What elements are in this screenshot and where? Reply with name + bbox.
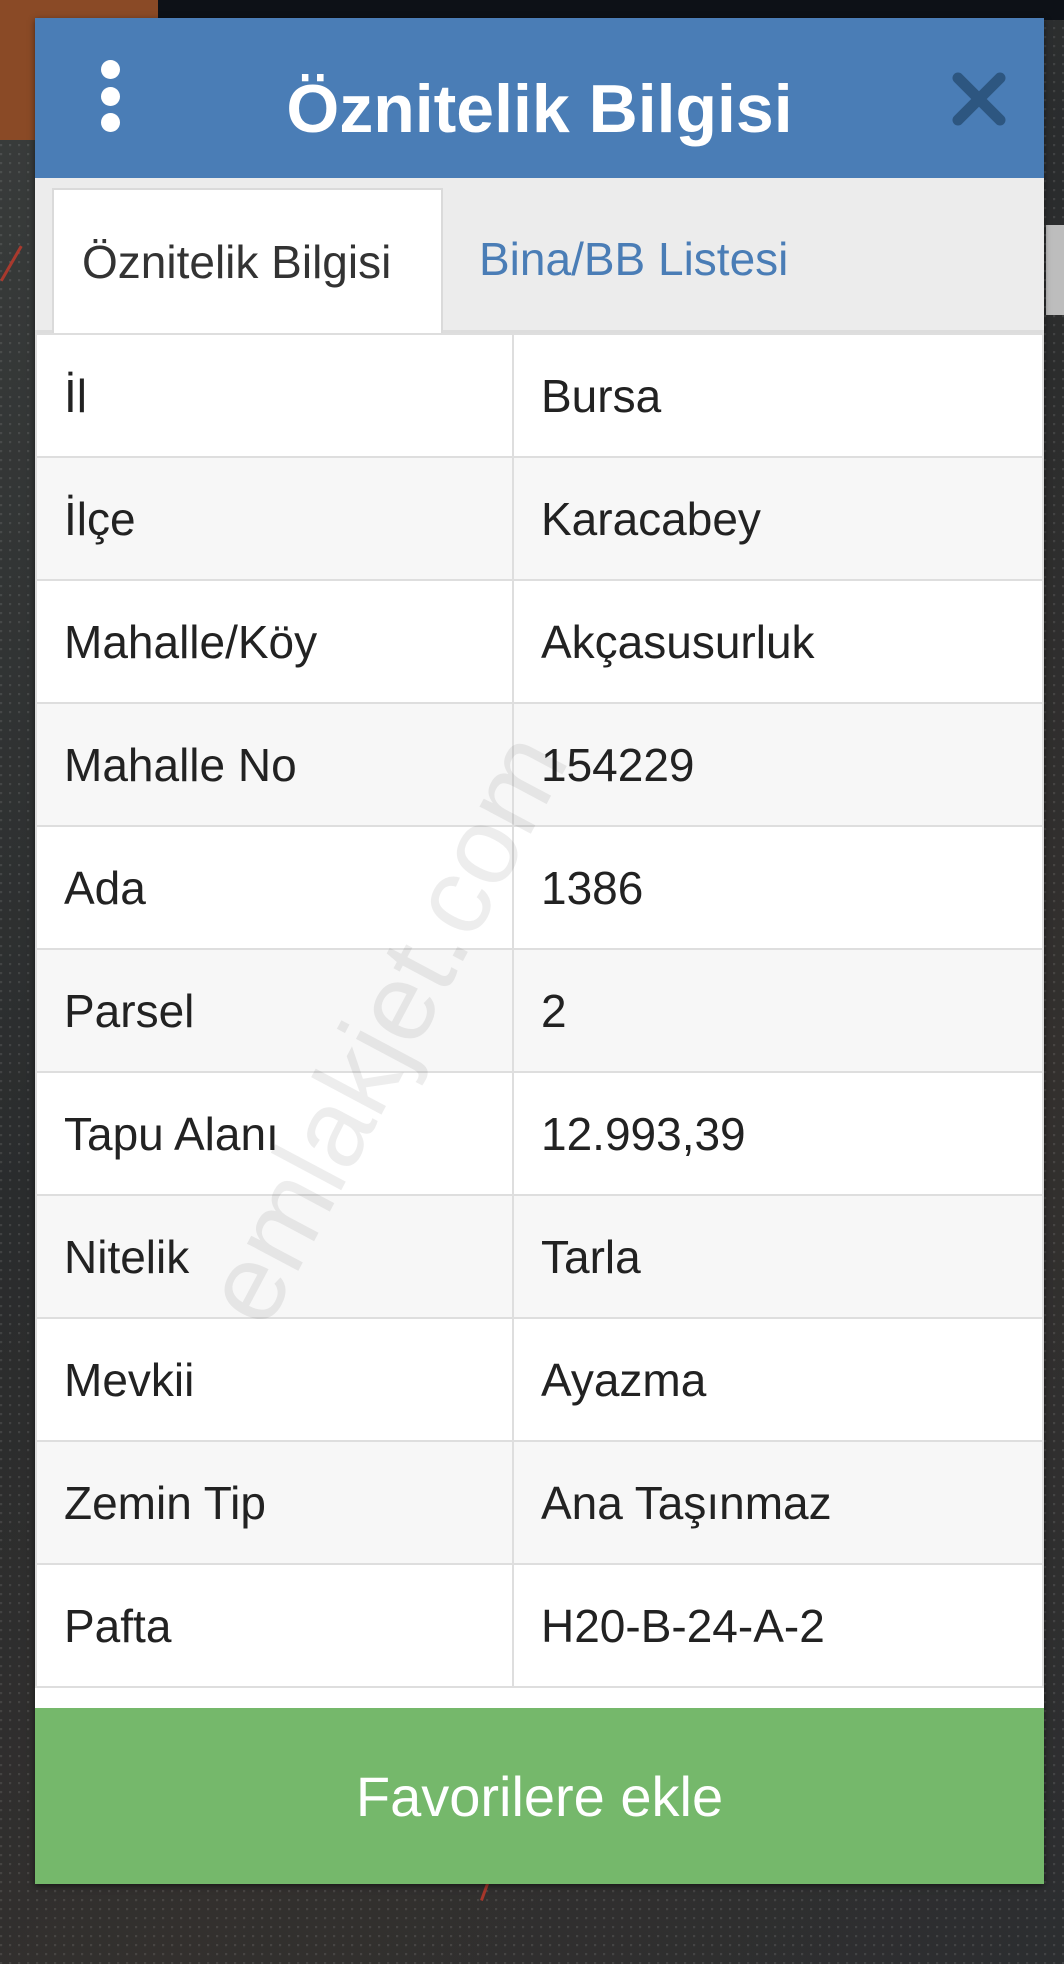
- map-side-control[interactable]: [1046, 225, 1064, 315]
- attribute-value: Ana Taşınmaz: [512, 1440, 1044, 1565]
- attribute-key: Zemin Tip: [35, 1440, 514, 1565]
- table-row: İl Bursa: [35, 333, 1044, 458]
- attribute-key: İl: [35, 333, 514, 458]
- attribute-info-dialog: Öznitelik Bilgisi Öznitelik Bilgisi Bina…: [35, 18, 1044, 1884]
- attribute-value: Tarla: [512, 1194, 1044, 1319]
- attribute-value: 2: [512, 948, 1044, 1073]
- attribute-value: H20-B-24-A-2: [512, 1563, 1044, 1688]
- attribute-value: Akçasusurluk: [512, 579, 1044, 704]
- table-row: Pafta H20-B-24-A-2: [35, 1563, 1044, 1688]
- table-row: Mevkii Ayazma: [35, 1317, 1044, 1442]
- tab-bar: Öznitelik Bilgisi Bina/BB Listesi: [35, 178, 1044, 333]
- dialog-title: Öznitelik Bilgisi: [286, 71, 793, 147]
- attribute-value: Bursa: [512, 333, 1044, 458]
- more-vertical-icon[interactable]: [97, 60, 123, 132]
- table-row: Ada 1386: [35, 825, 1044, 950]
- attribute-key: Parsel: [35, 948, 514, 1073]
- attribute-key: Mahalle/Köy: [35, 579, 514, 704]
- table-row: Mahalle/Köy Akçasusurluk: [35, 579, 1044, 704]
- attribute-table: İl Bursa İlçe Karacabey Mahalle/Köy Akçasusur…: [35, 333, 1044, 1688]
- attribute-value: Karacabey: [512, 456, 1044, 581]
- tab-building-list[interactable]: Bina/BB Listesi: [479, 188, 788, 330]
- table-row: Nitelik Tarla: [35, 1194, 1044, 1319]
- add-to-favorites-button[interactable]: Favorilere ekle: [35, 1708, 1044, 1884]
- attribute-key: Ada: [35, 825, 514, 950]
- table-row: İlçe Karacabey: [35, 456, 1044, 581]
- dialog-header: Öznitelik Bilgisi: [35, 18, 1044, 178]
- attribute-key: Mevkii: [35, 1317, 514, 1442]
- attribute-key: İlçe: [35, 456, 514, 581]
- table-row: Parsel 2: [35, 948, 1044, 1073]
- attribute-key: Nitelik: [35, 1194, 514, 1319]
- attribute-value: 1386: [512, 825, 1044, 950]
- tab-attribute-info[interactable]: Öznitelik Bilgisi: [52, 188, 443, 333]
- table-row: Mahalle No 154229: [35, 702, 1044, 827]
- table-row: Zemin Tip Ana Taşınmaz: [35, 1440, 1044, 1565]
- map-top-bar: [0, 0, 1064, 20]
- attribute-key: Pafta: [35, 1563, 514, 1688]
- attribute-value: 154229: [512, 702, 1044, 827]
- attribute-value: 12.993,39: [512, 1071, 1044, 1196]
- attribute-key: Mahalle No: [35, 702, 514, 827]
- table-row: Tapu Alanı 12.993,39: [35, 1071, 1044, 1196]
- attribute-value: Ayazma: [512, 1317, 1044, 1442]
- close-icon[interactable]: [950, 70, 1008, 128]
- attribute-key: Tapu Alanı: [35, 1071, 514, 1196]
